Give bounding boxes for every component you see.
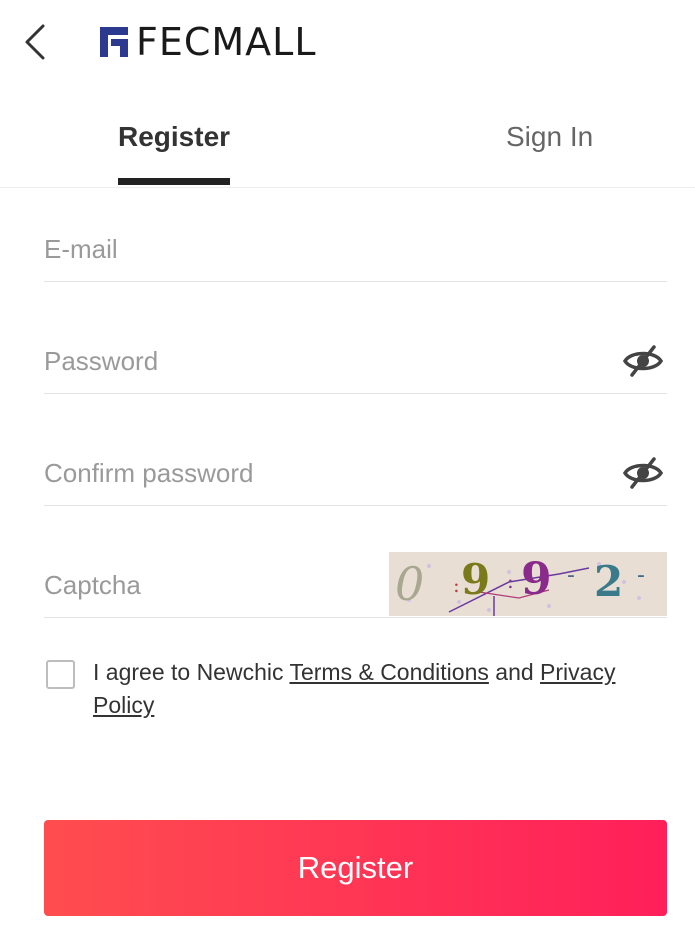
svg-text::: : [453,573,460,597]
captcha-input[interactable] [44,554,374,616]
password-field-row [44,330,667,394]
active-tab-indicator [118,178,230,185]
logo: FECMALL [96,22,317,62]
register-button[interactable]: Register [44,820,667,916]
captcha-image[interactable]: 0 : 9 : 9 - 2 - [389,552,667,616]
back-button[interactable] [14,20,54,64]
confirm-password-input[interactable] [44,442,604,504]
agreement-prefix: I agree to Newchic [93,659,290,685]
eye-slash-icon[interactable] [623,456,663,490]
eye-slash-icon[interactable] [623,344,663,378]
agreement-text: I agree to Newchic Terms & Conditions an… [93,656,653,722]
svg-text::: : [507,569,514,593]
svg-text:-: - [567,563,575,588]
email-input[interactable] [44,218,604,280]
svg-text:-: - [637,563,645,588]
agreement-conjunction: and [488,659,541,685]
captcha-field-row: 0 : 9 : 9 - 2 - [44,552,667,618]
confirm-password-field-row [44,442,667,506]
tab-sign-in[interactable]: Sign In [506,96,593,186]
password-input[interactable] [44,330,604,392]
tab-register[interactable]: Register [118,96,230,186]
svg-text:0: 0 [395,557,424,611]
svg-text:9: 9 [521,554,552,605]
auth-tabs: Register Sign In [0,96,695,188]
terms-conditions-link[interactable]: Terms & Conditions [289,659,488,685]
agree-checkbox[interactable] [46,660,75,689]
email-field-row [44,218,667,282]
captcha-graphic: 0 : 9 : 9 - 2 - [395,554,645,616]
fecmall-logo-icon [100,27,128,57]
logo-text: FECMALL [136,20,317,64]
register-page: FECMALL Register Sign In E-mail Captcha … [0,0,695,933]
chevron-left-icon [25,24,45,60]
svg-text:2: 2 [594,557,623,606]
svg-text:9: 9 [461,555,490,604]
